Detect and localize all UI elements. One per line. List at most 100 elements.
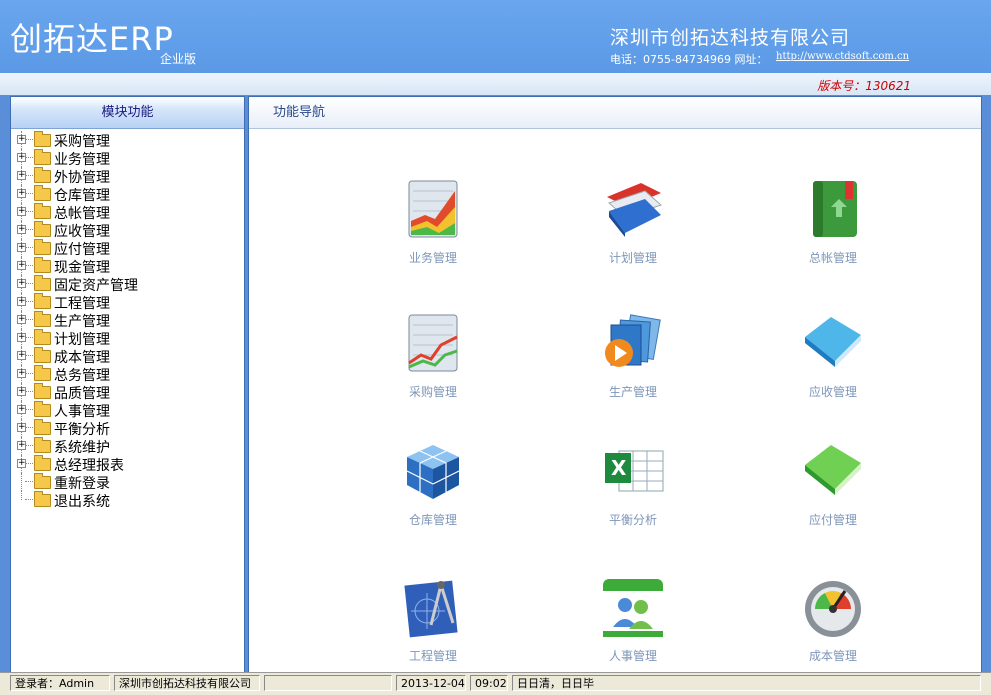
tree-item-label: 应收管理: [54, 224, 110, 240]
folder-icon: [34, 275, 51, 291]
tree-item[interactable]: + 成本管理: [11, 347, 244, 366]
tree-connector: [25, 247, 33, 248]
tree-connector: [25, 211, 33, 212]
tree-item-label: 固定资产管理: [54, 278, 138, 294]
tree-item[interactable]: + 应付管理: [11, 239, 244, 258]
website-link[interactable]: http://www.ctdsoft.com.cn: [776, 51, 909, 62]
tree-connector: [25, 157, 33, 158]
contact-phone: 电话：0755-84734969 网址：: [610, 53, 768, 66]
tree-item[interactable]: + 生产管理: [11, 311, 244, 330]
status-bar: 登录者：Admin 深圳市创拓达科技有限公司 2013-12-04 09:02 …: [0, 672, 991, 695]
tree-connector: [21, 473, 22, 491]
tree-item[interactable]: + 工程管理: [11, 293, 244, 312]
tree-connector: [25, 445, 33, 446]
module-panel: 模块功能 + 采购管理 + 业务管理 + 外协管理 + 仓库管理 + 总帐管理 + 应收管理 + 应付管理…: [10, 96, 245, 674]
status-date: 2013-12-04: [396, 675, 466, 691]
folder-icon: [34, 365, 51, 381]
folder-icon: [34, 329, 51, 345]
tile-hr[interactable]: 人事管理: [573, 575, 693, 664]
blue-book-icon: [801, 311, 865, 375]
company-name: 深圳市创拓达科技有限公司: [610, 27, 851, 49]
tree-item[interactable]: + 业务管理: [11, 149, 244, 168]
tile-warehouse[interactable]: 仓库管理: [373, 439, 493, 528]
tile-receivables[interactable]: 应收管理: [773, 311, 893, 400]
version-bar: 版本号：130621: [0, 73, 991, 95]
tree-item[interactable]: + 固定资产管理: [11, 275, 244, 294]
folder-icon: [34, 437, 51, 453]
tree-item-label: 现金管理: [54, 260, 110, 276]
tree-item[interactable]: + 品质管理: [11, 383, 244, 402]
users-icon: [601, 575, 665, 639]
tree-item-label: 总帐管理: [54, 206, 110, 222]
version-number: 版本号：130621: [817, 79, 911, 93]
folder-icon: [34, 185, 51, 201]
navigation-panel-title: 功能导航: [249, 97, 981, 129]
tree-item[interactable]: + 总经理报表: [11, 455, 244, 474]
folder-icon: [34, 347, 51, 363]
folder-icon: [34, 419, 51, 435]
tile-balance[interactable]: X 平衡分析: [573, 439, 693, 528]
tile-label: 计划管理: [608, 251, 657, 265]
folders-icon: [601, 177, 665, 241]
tile-label: 生产管理: [608, 385, 657, 399]
tree-connector: [25, 481, 33, 482]
tile-business[interactable]: 业务管理: [373, 177, 493, 266]
tile-cost[interactable]: 成本管理: [773, 575, 893, 664]
tree-item-label: 业务管理: [54, 152, 110, 168]
folder-icon: [34, 257, 51, 273]
status-empty: [264, 675, 392, 691]
tree-connector: [21, 491, 22, 500]
tree-connector: [25, 355, 33, 356]
folder-icon: [34, 221, 51, 237]
green-book-icon: [801, 177, 865, 241]
tile-label: 仓库管理: [408, 513, 457, 527]
tree-item-label: 外协管理: [54, 170, 110, 186]
module-tree: + 采购管理 + 业务管理 + 外协管理 + 仓库管理 + 总帐管理 + 应收管理 + 应付管理 + 现金管理…: [11, 131, 244, 510]
tree-item[interactable]: + 仓库管理: [11, 185, 244, 204]
tile-production[interactable]: 生产管理: [573, 311, 693, 400]
folder-icon: [34, 203, 51, 219]
edition-label: 企业版: [160, 52, 197, 66]
tile-label: 采购管理: [408, 385, 457, 399]
tile-payables[interactable]: 应付管理: [773, 439, 893, 528]
tree-item-label: 工程管理: [54, 296, 110, 312]
tree-item[interactable]: + 现金管理: [11, 257, 244, 276]
tile-planning[interactable]: 计划管理: [573, 177, 693, 266]
tile-ledger[interactable]: 总帐管理: [773, 177, 893, 266]
tree-connector: [25, 409, 33, 410]
tree-item-label: 计划管理: [54, 332, 110, 348]
folder-icon: [34, 383, 51, 399]
tile-label: 应付管理: [808, 513, 857, 527]
tree-connector: [25, 337, 33, 338]
tile-engineering[interactable]: 工程管理: [373, 575, 493, 664]
tree-item[interactable]: + 外协管理: [11, 167, 244, 186]
tree-item-label: 品质管理: [54, 386, 110, 402]
tree-item[interactable]: + 平衡分析: [11, 419, 244, 438]
tree-item-label: 系统维护: [54, 440, 110, 456]
tree-item[interactable]: 退出系统: [11, 491, 244, 510]
tree-item-label: 总经理报表: [54, 458, 124, 474]
tree-connector: [25, 175, 33, 176]
contact-info: 电话：0755-84734969 网址： http://www.ctdsoft.…: [610, 51, 909, 67]
excel-icon: X: [601, 439, 665, 503]
tree-connector: [25, 301, 33, 302]
tree-item[interactable]: + 人事管理: [11, 401, 244, 420]
tree-connector: [25, 373, 33, 374]
status-company: 深圳市创拓达科技有限公司: [114, 675, 260, 691]
tree-item[interactable]: + 系统维护: [11, 437, 244, 456]
tree-connector: [25, 229, 33, 230]
tree-item[interactable]: 重新登录: [11, 473, 244, 492]
tree-item[interactable]: + 计划管理: [11, 329, 244, 348]
folder-icon: [34, 401, 51, 417]
tree-connector: [25, 427, 33, 428]
media-cards-icon: [601, 311, 665, 375]
tree-item[interactable]: + 总帐管理: [11, 203, 244, 222]
tile-label: 成本管理: [808, 649, 857, 663]
tree-connector: [25, 499, 33, 500]
tile-label: 业务管理: [408, 251, 457, 265]
tree-item[interactable]: + 采购管理: [11, 131, 244, 150]
tree-item[interactable]: + 应收管理: [11, 221, 244, 240]
tile-purchasing[interactable]: 采购管理: [373, 311, 493, 400]
tree-item[interactable]: + 总务管理: [11, 365, 244, 384]
folder-icon: [34, 149, 51, 165]
